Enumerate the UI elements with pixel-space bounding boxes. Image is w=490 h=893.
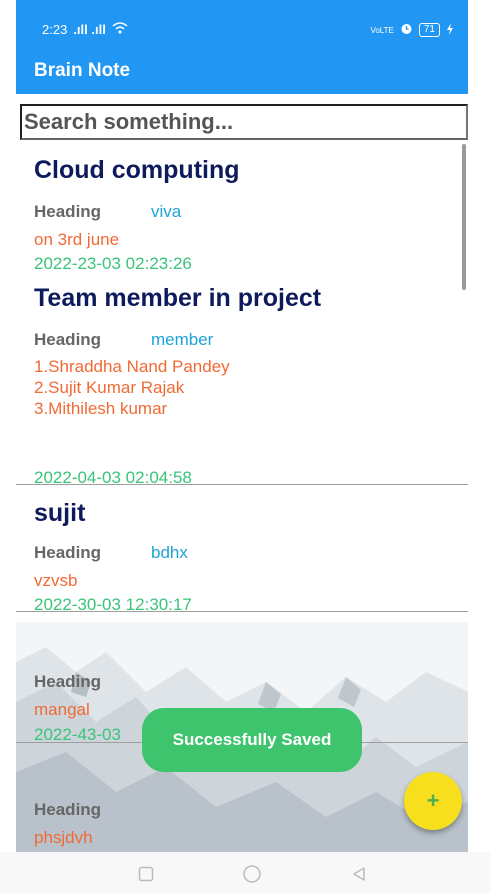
charging-icon	[446, 22, 454, 38]
note-heading-value: viva	[151, 202, 182, 221]
note-date: 2022-04-03 02:04:58	[34, 468, 192, 487]
recent-apps-icon[interactable]	[134, 862, 158, 886]
note-title: Team member in project	[34, 284, 322, 312]
add-note-button[interactable]: +	[404, 772, 462, 830]
signal-icon: .ıll .ıll	[73, 22, 106, 37]
scrollbar[interactable]	[462, 144, 466, 290]
back-icon[interactable]	[347, 862, 371, 886]
search-input[interactable]	[20, 104, 468, 140]
note-title: Cloud computing	[34, 156, 240, 184]
status-time: 2:23	[42, 22, 68, 37]
note-heading-label: Heading	[34, 330, 102, 349]
note-heading-label: Heading	[34, 543, 102, 562]
note-heading-label: Heading	[34, 800, 102, 819]
wifi-icon	[112, 22, 128, 37]
note-title: sujit	[34, 499, 86, 527]
home-icon[interactable]	[240, 862, 264, 886]
note-divider	[16, 611, 468, 612]
battery-icon: 71	[418, 23, 440, 37]
note-heading-label: Heading	[34, 202, 102, 221]
note-heading-value: member	[151, 330, 214, 349]
volte-icon: VoLTE	[370, 25, 394, 35]
toast-message: Successfully Saved	[142, 708, 362, 772]
note-body: phsjdvh	[34, 828, 93, 847]
app-title: Brain Note	[34, 60, 131, 81]
note-heading-label: Heading	[34, 672, 102, 691]
note-body: 1.Shraddha Nand Pandey 2.Sujit Kumar Raj…	[34, 357, 230, 418]
note-body: mangal	[34, 700, 90, 719]
status-left: 2:23 .ıll .ıll	[42, 22, 128, 37]
status-right: VoLTE 71	[370, 22, 454, 38]
note-divider	[16, 484, 468, 485]
note-heading-value: bdhx	[151, 543, 188, 562]
app-bar: Brain Note	[16, 44, 468, 94]
alarm-icon	[400, 22, 413, 38]
note-date: 2022-23-03 02:23:26	[34, 254, 192, 273]
system-nav-bar	[0, 852, 490, 893]
note-body: on 3rd june	[34, 230, 120, 249]
status-bar: 2:23 .ıll .ıll VoLTE 71	[16, 0, 468, 44]
add-icon: +	[426, 788, 440, 813]
note-date: 2022-30-03 12:30:17	[34, 595, 192, 614]
note-body: vzvsb	[34, 571, 78, 590]
